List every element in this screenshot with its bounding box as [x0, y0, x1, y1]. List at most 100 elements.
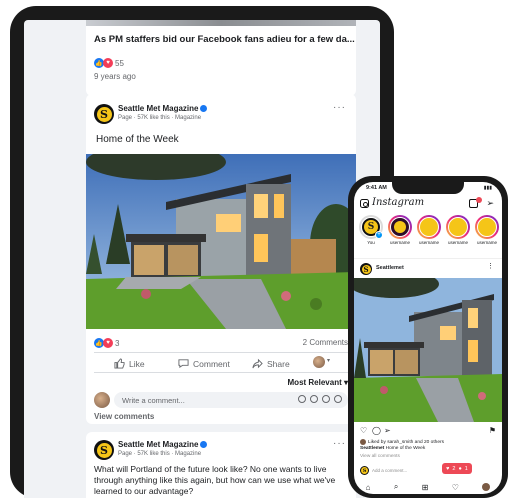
- like-label: Like: [129, 358, 145, 369]
- notification-dot: [476, 197, 482, 203]
- comment-input[interactable]: Write a comment...: [114, 392, 348, 408]
- add-post-icon[interactable]: ⊞: [422, 483, 429, 492]
- post-text: What will Portland of the future look li…: [94, 464, 336, 496]
- story-avatar: [390, 217, 410, 237]
- send-icon[interactable]: ➢: [384, 426, 391, 435]
- reaction-count: 55: [115, 58, 124, 68]
- like-button[interactable]: Like: [114, 358, 145, 369]
- emoji-icon[interactable]: [298, 395, 306, 403]
- comment-tools: [298, 395, 342, 403]
- ig-add-comment[interactable]: S Add a comment...: [360, 466, 496, 476]
- comment-icon: ●: [458, 465, 462, 472]
- story-ring: [475, 215, 499, 239]
- comment-button[interactable]: Comment: [178, 358, 230, 369]
- story-item[interactable]: username: [388, 215, 412, 245]
- share-button[interactable]: Share: [252, 358, 290, 369]
- seattle-met-logo-icon: S: [361, 264, 371, 274]
- comment-label: Comment: [193, 358, 230, 369]
- story-avatar: [419, 217, 439, 237]
- house-photo: [86, 154, 356, 329]
- next-post-card: S Seattle Met Magazine Page · 57K like t…: [86, 432, 356, 498]
- instagram-feed: 9:41 AM ▮▮▮ Instagram ➢ S + You username…: [354, 182, 502, 494]
- sticker-icon[interactable]: [334, 395, 342, 403]
- comments-count-link[interactable]: 2 Comments: [303, 338, 348, 347]
- page-name[interactable]: Seattle Met Magazine: [118, 440, 208, 449]
- story-ring: [446, 215, 470, 239]
- sort-label: Most Relevant: [287, 378, 342, 387]
- camera-icon[interactable]: [360, 199, 369, 208]
- activity-notification-badge[interactable]: ♥ 2 ● 1: [442, 463, 472, 474]
- view-all-comments-link[interactable]: View all comments: [360, 454, 400, 459]
- story-avatar: [477, 217, 497, 237]
- post-headline[interactable]: As PM staffers bid our Facebook fans adi…: [94, 34, 355, 45]
- heart-icon[interactable]: ♡: [360, 426, 367, 435]
- previous-post-image: [86, 20, 356, 26]
- page-subtitle: Page · 57K like this · Magazine: [118, 115, 202, 121]
- comment-sort-dropdown[interactable]: Most Relevant ▾: [288, 378, 348, 387]
- profile-avatar[interactable]: [482, 483, 491, 491]
- ig-post-avatar[interactable]: S: [360, 263, 372, 275]
- seattle-met-logo-icon: S: [96, 442, 112, 458]
- phone-notch: [392, 182, 464, 194]
- more-options-icon[interactable]: ···: [333, 438, 346, 449]
- reactions-summary[interactable]: 👍 ♥ 55: [94, 58, 124, 68]
- caption-username[interactable]: Seattlemet: [360, 446, 384, 451]
- heart-icon[interactable]: ♡: [452, 483, 459, 492]
- page-avatar[interactable]: S: [94, 104, 114, 124]
- bookmark-icon[interactable]: ⚑: [489, 426, 496, 435]
- phone-device: 9:41 AM ▮▮▮ Instagram ➢ S + You username…: [348, 176, 508, 498]
- camera-icon[interactable]: [310, 395, 318, 403]
- divider: [354, 258, 502, 259]
- seattle-met-logo-icon: S: [96, 106, 112, 122]
- gif-icon[interactable]: [322, 395, 330, 403]
- liked-by[interactable]: Liked by sarah_smith and 20 others: [360, 439, 444, 445]
- notif-likes-count: 2: [452, 465, 456, 472]
- page-subtitle: Page · 57K like this · Magazine: [118, 451, 202, 457]
- love-reaction-icon: ♥: [103, 58, 113, 68]
- story-item[interactable]: username: [446, 215, 470, 245]
- home-icon[interactable]: ⌂: [366, 483, 371, 492]
- page-name[interactable]: Seattle Met Magazine: [118, 104, 208, 113]
- post-photo[interactable]: [86, 154, 356, 329]
- commenter-avatar: S: [360, 466, 369, 475]
- previous-post-card: As PM staffers bid our Facebook fans adi…: [86, 20, 356, 96]
- ig-post-photo[interactable]: [354, 278, 502, 422]
- search-icon[interactable]: ⌕: [394, 482, 398, 492]
- post-timestamp: 9 years ago: [94, 72, 136, 81]
- comment-placeholder: Write a comment...: [122, 395, 185, 405]
- love-reaction-icon: ♥: [103, 338, 113, 348]
- verified-badge-icon: [200, 441, 208, 449]
- page-name-text: Seattle Met Magazine: [118, 104, 199, 113]
- story-ring: [388, 215, 412, 239]
- facebook-feed: As PM staffers bid our Facebook fans adi…: [24, 20, 380, 498]
- comment-icon[interactable]: ◯: [372, 426, 381, 435]
- page-avatar[interactable]: S: [94, 440, 114, 460]
- user-avatar: [94, 392, 110, 408]
- story-item[interactable]: username: [475, 215, 499, 245]
- view-comments-link[interactable]: View comments: [94, 412, 154, 421]
- direct-message-icon[interactable]: ➢: [486, 198, 494, 209]
- heart-icon: ♥: [446, 465, 450, 472]
- seattle-met-logo-icon: S: [361, 467, 368, 474]
- story-label: username: [476, 240, 497, 245]
- story-you[interactable]: S + You: [359, 215, 383, 245]
- story-item[interactable]: username: [417, 215, 441, 245]
- post-as-avatar[interactable]: [313, 356, 325, 368]
- story-label: You: [367, 240, 375, 245]
- caption-text: Home of the Week: [385, 446, 426, 451]
- ig-post-header: S Seattlemet ⋮: [360, 262, 496, 276]
- more-options-icon[interactable]: ⋮: [487, 262, 494, 270]
- story-ring: [417, 215, 441, 239]
- divider: [94, 372, 348, 373]
- add-comment-placeholder: Add a comment...: [372, 468, 408, 473]
- house-photo: [354, 278, 502, 422]
- verified-badge-icon: [200, 105, 208, 113]
- more-options-icon[interactable]: ···: [333, 102, 346, 113]
- story-label: username: [447, 240, 468, 245]
- instagram-header: Instagram ➢: [354, 196, 502, 212]
- chevron-down-icon[interactable]: ▾: [327, 357, 330, 364]
- add-story-icon[interactable]: +: [375, 231, 383, 239]
- ig-username[interactable]: Seattlemet: [376, 265, 404, 271]
- reactions-summary[interactable]: 👍 ♥ 3: [94, 338, 119, 348]
- story-label: username: [389, 240, 410, 245]
